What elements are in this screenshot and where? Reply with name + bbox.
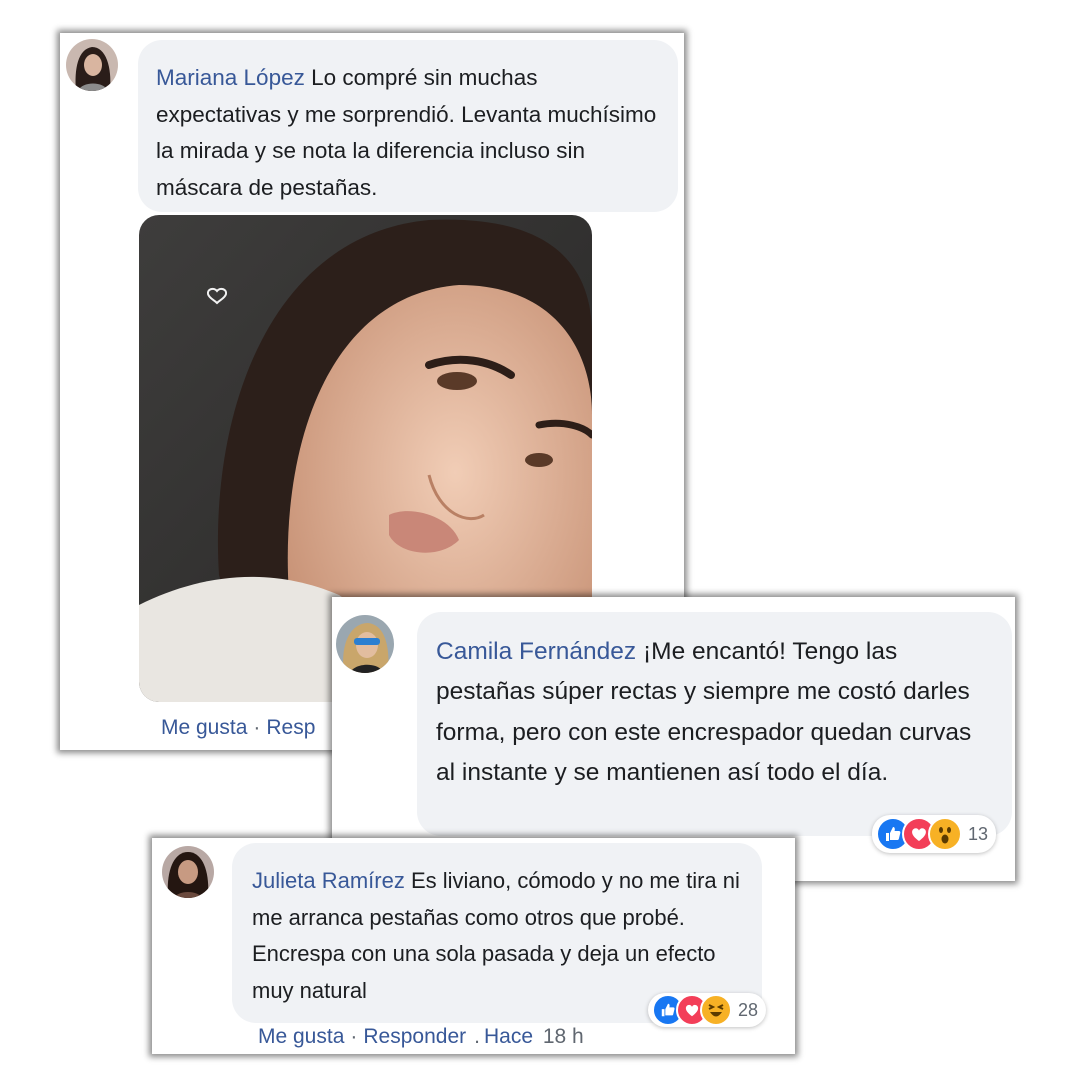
comment-text: Mariana López Lo compré sin muchas expec… [156, 60, 661, 206]
like-link[interactable]: Me gusta [258, 1025, 344, 1048]
reaction-summary[interactable]: 28 [648, 993, 767, 1027]
avatar-photo [66, 39, 118, 91]
avatar[interactable] [162, 846, 214, 898]
reaction-summary[interactable]: 13 [872, 815, 997, 853]
separator: . [474, 1025, 480, 1048]
comment-text: Julieta Ramírez Es liviano, cómodo y no … [252, 863, 752, 1009]
wow-icon [928, 817, 962, 851]
reply-link[interactable]: Resp [266, 716, 315, 739]
timestamp-value: 18 h [542, 1025, 584, 1048]
comment-card-julieta: Julieta Ramírez Es liviano, cómodo y no … [152, 838, 795, 1054]
timestamp-label[interactable]: Hace [484, 1025, 533, 1048]
reaction-count: 28 [738, 999, 759, 1020]
avatar[interactable] [336, 615, 394, 673]
commenter-name[interactable]: Julieta Ramírez [252, 868, 405, 893]
avatar-photo [336, 615, 394, 673]
comment-bubble: Camila Fernández ¡Me encantó! Tengo las … [417, 612, 1012, 836]
avatar[interactable] [66, 39, 118, 91]
comment-actions: Me gusta · Responder. Hace 18 h [258, 1025, 584, 1049]
commenter-name[interactable]: Camila Fernández [436, 638, 636, 665]
reply-link[interactable]: Responder [363, 1025, 466, 1048]
separator: · [350, 1025, 358, 1048]
commenter-name[interactable]: Mariana López [156, 65, 305, 90]
like-link[interactable]: Me gusta [161, 716, 247, 739]
comment-bubble: Mariana López Lo compré sin muchas expec… [138, 40, 678, 212]
comment-actions: Me gusta · Resp [161, 716, 315, 740]
haha-icon [700, 994, 732, 1026]
reaction-count: 13 [968, 823, 989, 844]
separator: · [253, 716, 261, 739]
comment-text: Camila Fernández ¡Me encantó! Tengo las … [436, 632, 996, 793]
avatar-photo [162, 846, 214, 898]
